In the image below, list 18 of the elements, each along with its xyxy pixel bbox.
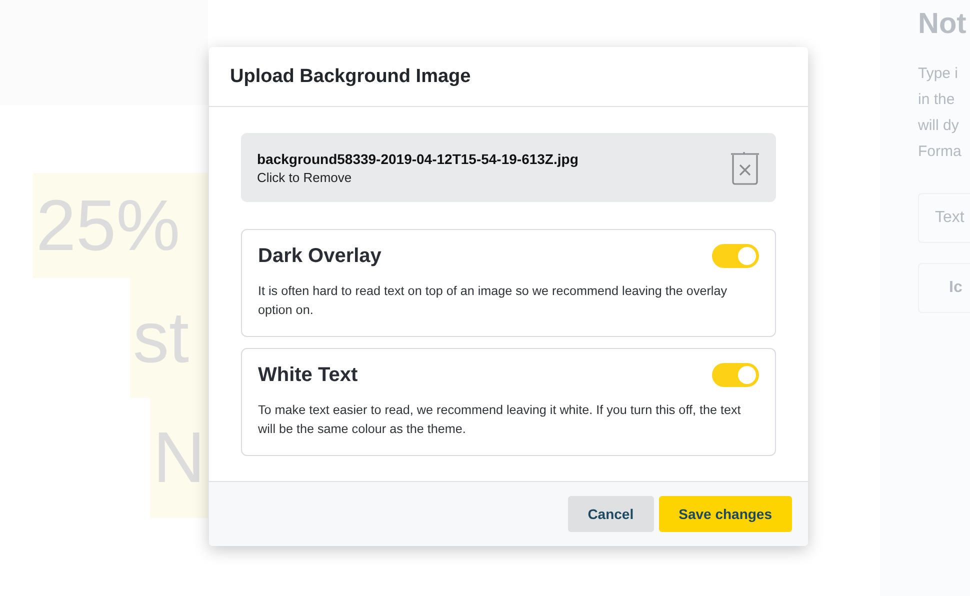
option-description: To make text easier to read, we recommend leaving it white. If you turn this off, the text will be the same colour as the theme. [258,402,742,438]
toggle-switch[interactable] [712,244,759,268]
panel-description: Forma [918,142,962,162]
option-description: It is often hard to read text on top of an image so we recommend leaving the overlay option on. [258,283,728,319]
file-name: background58339-2019-04-12T15-54-19-613Z.jpg [257,150,578,166]
remove-hint: Click to Remove [257,170,353,184]
panel-description: Type i [918,64,960,84]
save-button[interactable]: Save changes [658,496,792,532]
panel-title: Not [918,8,968,41]
toggle-switch[interactable] [712,363,759,387]
cancel-button[interactable]: Cancel [568,496,654,532]
dialog-title: Upload Background Image [230,66,471,88]
panel-description: in the [918,90,956,110]
option-title: Dark Overlay [258,244,382,268]
delete-icon[interactable] [730,150,760,184]
panel-description: will dy [918,116,960,136]
uploaded-file[interactable]: background58339-2019-04-12T15-54-19-613Z.jpg Click to Remove [241,133,776,202]
option-title: White Text [258,364,358,386]
